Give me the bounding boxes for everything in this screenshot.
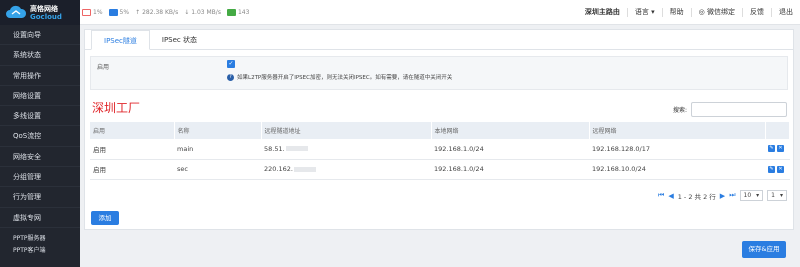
table-row: 启用 sec 220.162. 192.168.1.0/24 192.168.1… xyxy=(90,159,790,180)
cell-local: 192.168.1.0/24 xyxy=(431,139,589,160)
pagination: ⏮ ◀ 1 - 2 共 2 行 ▶ ⏭ 10 ▾ 1 ▾ xyxy=(658,190,787,201)
search-bar: 搜索: xyxy=(673,102,787,117)
cell-remote-net: 192.168.128.0/17 xyxy=(589,139,765,160)
memory-icon xyxy=(108,9,118,16)
cell-enabled: 启用 xyxy=(90,159,174,180)
sidebar-item-vpn[interactable]: 虚拟专网 xyxy=(0,208,80,228)
brand-logo[interactable]: 高恪网络 Gocloud xyxy=(0,0,80,25)
brand-name-cn: 高恪网络 xyxy=(30,4,58,13)
col-remote-network: 远程网络 xyxy=(589,122,766,139)
router-name: 深圳主路由 xyxy=(584,8,620,16)
feedback-link[interactable]: 反馈 xyxy=(742,8,771,17)
tunnel-table: 启用 名称 远程隧道地址 本地网络 远程网络 启用 main 58.51. 19… xyxy=(90,122,790,180)
search-label: 搜索: xyxy=(672,107,687,114)
logout-link[interactable]: 退出 xyxy=(771,8,800,17)
cell-name: sec xyxy=(174,159,261,180)
mem-stat: 5% xyxy=(108,9,129,16)
connections-stat: 143 xyxy=(226,9,249,16)
cell-local: 192.168.1.0/24 xyxy=(431,159,589,180)
prev-page-icon[interactable]: ◀ xyxy=(668,192,673,200)
chevron-down-icon: ▾ xyxy=(756,192,760,199)
col-remote-address: 远程隧道地址 xyxy=(261,122,432,139)
first-page-icon[interactable]: ⏮ xyxy=(658,191,664,200)
download-arrow-icon: ↓ xyxy=(184,9,190,16)
enable-section: 启用 ✓ ? 如果L2TP服务器开启了IPSEC加密，则无法关闭IPSEC。如有… xyxy=(90,56,788,90)
sidebar-item-setup-wizard[interactable]: 设置向导 xyxy=(0,25,80,46)
cloud-logo-icon xyxy=(5,4,27,21)
download-stat: ↓ 1.03 MB/s xyxy=(184,9,221,16)
sidebar-item-security[interactable]: 网络安全 xyxy=(0,147,80,168)
save-apply-button[interactable]: 保存&应用 xyxy=(742,241,786,258)
col-name: 名称 xyxy=(174,122,262,139)
last-page-icon[interactable]: ⏭ xyxy=(729,191,735,200)
page-number-select[interactable]: 1 ▾ xyxy=(767,190,787,201)
upload-stat: ↑ 282.38 KB/s xyxy=(135,9,179,16)
cell-name: main xyxy=(174,139,261,160)
sidebar-item-groups[interactable]: 分组管理 xyxy=(0,167,80,188)
sidebar-subitem-pptp-client[interactable]: PPTP客户端 xyxy=(0,245,80,257)
enable-label: 启用 xyxy=(97,64,110,71)
cell-actions: ✎ ✕ xyxy=(765,139,790,160)
cell-actions: ✎ ✕ xyxy=(765,159,790,180)
sidebar-item-common-ops[interactable]: 常用操作 xyxy=(0,66,80,86)
cell-remote: 220.162. xyxy=(261,159,431,180)
brand-name-en: Gocloud xyxy=(30,12,62,21)
cell-remote: 58.51. xyxy=(261,139,431,160)
chevron-down-icon: ▾ xyxy=(779,192,783,199)
redacted-block xyxy=(293,166,316,172)
page-size-select[interactable]: 10 ▾ xyxy=(739,190,764,201)
cell-remote-net: 192.168.10.0/24 xyxy=(589,159,765,180)
help-link[interactable]: 帮助 xyxy=(661,8,691,17)
cpu-stat: 1% xyxy=(82,9,103,16)
sidebar-item-behavior[interactable]: 行为管理 xyxy=(0,187,80,208)
tab-ipsec-status[interactable]: IPSec 状态 xyxy=(150,30,209,50)
language-menu[interactable]: 语言 ▾ xyxy=(626,8,662,17)
sidebar-subitem-pptp-server[interactable]: PPTP服务器 xyxy=(0,233,80,245)
group-title: 深圳工厂 xyxy=(92,101,141,115)
top-menu: 深圳主路由 语言 ▾ 帮助 ◎ 微信绑定 反馈 退出 xyxy=(578,0,800,25)
col-local-network: 本地网络 xyxy=(431,122,590,139)
main-panel: IPSec隧道 IPSec 状态 启用 ✓ ? 如果L2TP服务器开启了IPSE… xyxy=(84,29,794,230)
enable-checkbox[interactable]: ✓ xyxy=(227,60,235,68)
question-icon: ? xyxy=(227,73,234,81)
sidebar-item-system-status[interactable]: 系统状态 xyxy=(0,45,80,66)
chevron-down-icon: ▾ xyxy=(651,8,655,16)
tab-ipsec-tunnel[interactable]: IPSec隧道 xyxy=(91,30,150,50)
add-button[interactable]: 添加 xyxy=(91,211,119,225)
top-bar: 高恪网络 Gocloud 1% 5% ↑ 282.38 KB/s ↓ 1.03 MB… xyxy=(0,0,800,25)
col-enabled: 启用 xyxy=(90,122,175,139)
redacted-block xyxy=(285,146,308,152)
table-row: 启用 main 58.51. 192.168.1.0/24 192.168.12… xyxy=(90,139,790,160)
col-actions xyxy=(765,122,790,139)
sidebar-item-network-settings[interactable]: 网络设置 xyxy=(0,86,80,107)
page-info: 1 - 2 共 2 行 xyxy=(677,192,716,201)
cell-enabled: 启用 xyxy=(90,139,174,160)
tab-bar: IPSec隧道 IPSec 状态 xyxy=(85,30,793,50)
sidebar-item-multiline[interactable]: 多线设置 xyxy=(0,106,80,127)
upload-arrow-icon: ↑ xyxy=(135,9,141,16)
enable-note: ? 如果L2TP服务器开启了IPSEC加密，则无法关闭IPSEC。如有需要，请在… xyxy=(227,73,452,81)
next-page-icon[interactable]: ▶ xyxy=(720,192,725,200)
connections-icon xyxy=(226,9,236,16)
delete-icon[interactable]: ✕ xyxy=(777,145,784,153)
wechat-bind-link[interactable]: ◎ 微信绑定 xyxy=(690,8,742,17)
sidebar: 设置向导 系统状态 常用操作 网络设置 多线设置 QoS流控 网络安全 分组管理… xyxy=(0,25,80,267)
table-header-row: 启用 名称 远程隧道地址 本地网络 远程网络 xyxy=(90,122,790,139)
edit-icon[interactable]: ✎ xyxy=(768,165,775,173)
edit-icon[interactable]: ✎ xyxy=(768,145,775,153)
delete-icon[interactable]: ✕ xyxy=(777,165,784,173)
search-input[interactable] xyxy=(691,102,787,117)
wechat-icon: ◎ xyxy=(698,8,705,16)
cpu-icon xyxy=(82,9,91,16)
status-stats: 1% 5% ↑ 282.38 KB/s ↓ 1.03 MB/s 143 xyxy=(82,0,249,25)
sidebar-item-qos[interactable]: QoS流控 xyxy=(0,126,80,147)
